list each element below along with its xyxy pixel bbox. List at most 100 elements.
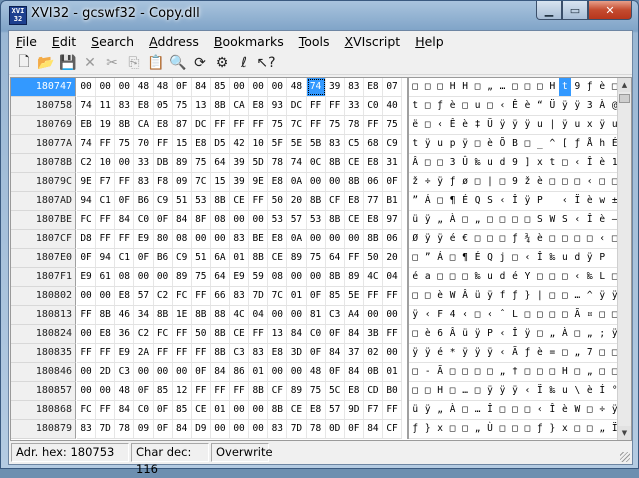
ascii-char[interactable]: □: [409, 249, 421, 267]
menu-bookmarks[interactable]: Bookmarks: [207, 31, 292, 51]
hex-byte[interactable]: BE: [249, 230, 269, 248]
menu-help[interactable]: Help: [408, 31, 452, 51]
ascii-char[interactable]: □: [446, 268, 458, 286]
ascii-char[interactable]: ÿ: [571, 97, 583, 115]
hex-byte[interactable]: 7C: [192, 173, 211, 191]
hex-byte[interactable]: 84: [287, 325, 307, 343]
hex-byte[interactable]: C9: [383, 135, 403, 153]
hex-byte[interactable]: 04: [249, 306, 269, 324]
hex-byte[interactable]: FF: [192, 344, 211, 362]
hex-byte[interactable]: 74: [287, 154, 307, 172]
hex-byte[interactable]: 00: [326, 230, 345, 248]
hex-byte[interactable]: 74: [306, 78, 326, 96]
ascii-char[interactable]: □: [546, 173, 558, 191]
hex-byte[interactable]: 13: [268, 325, 288, 343]
ascii-char[interactable]: □: [534, 363, 546, 381]
scroll-up-arrow-icon[interactable]: ▲: [618, 78, 631, 92]
hex-byte[interactable]: 06: [364, 173, 383, 191]
ascii-char[interactable]: ÿ: [421, 135, 433, 153]
hex-byte[interactable]: C9: [173, 249, 192, 267]
hex-byte[interactable]: 66: [211, 287, 230, 305]
hex-byte[interactable]: E9: [115, 344, 135, 362]
ascii-char[interactable]: ÿ: [596, 287, 608, 305]
ascii-char[interactable]: 3: [584, 97, 596, 115]
ascii-char[interactable]: ‹: [496, 344, 508, 362]
ascii-char[interactable]: □: [434, 78, 446, 96]
hex-byte[interactable]: FF: [115, 230, 135, 248]
ascii-char[interactable]: □: [496, 401, 508, 419]
ascii-char[interactable]: …: [496, 78, 508, 96]
ascii-char[interactable]: W: [446, 287, 458, 305]
row-address[interactable]: 1807AD: [11, 192, 76, 211]
hex-byte[interactable]: B1: [383, 192, 403, 210]
ascii-char[interactable]: ÷: [596, 401, 608, 419]
hex-byte[interactable]: E8: [268, 173, 288, 191]
hex-byte[interactable]: 8B: [307, 192, 326, 210]
ascii-char[interactable]: ˆ: [496, 306, 508, 324]
hex-byte[interactable]: 48: [115, 382, 135, 400]
row-address[interactable]: 180758: [11, 97, 76, 116]
hex-byte[interactable]: 0F: [134, 249, 154, 267]
hex-byte[interactable]: 31: [383, 154, 403, 172]
hex-byte[interactable]: FF: [96, 211, 116, 229]
ascii-char[interactable]: Ø: [409, 230, 421, 248]
hex-byte[interactable]: 00: [115, 78, 135, 96]
ascii-char[interactable]: ‡: [471, 116, 483, 134]
row-address[interactable]: 180857: [11, 382, 76, 401]
ascii-char[interactable]: ž: [521, 173, 533, 191]
ascii-char[interactable]: ƒ: [434, 97, 446, 115]
hex-byte[interactable]: FF: [115, 173, 135, 191]
ascii-char[interactable]: □: [496, 230, 508, 248]
ascii-char[interactable]: ;: [596, 325, 608, 343]
hex-byte[interactable]: 5F: [268, 135, 288, 153]
hex-byte[interactable]: E8: [249, 97, 269, 115]
ascii-char[interactable]: x: [584, 116, 596, 134]
ascii-char[interactable]: Â: [459, 287, 471, 305]
ascii-char[interactable]: ‹: [521, 249, 533, 267]
hex-byte[interactable]: 75: [307, 249, 326, 267]
ascii-char[interactable]: S: [559, 211, 571, 229]
ascii-char[interactable]: f: [496, 287, 508, 305]
hex-byte[interactable]: 5D: [249, 154, 269, 172]
ascii-char[interactable]: ‹: [484, 306, 496, 324]
hex-byte[interactable]: FC: [154, 325, 173, 343]
ascii-char[interactable]: Î: [584, 154, 596, 172]
hex-byte[interactable]: 74: [77, 135, 97, 153]
hex-byte[interactable]: FF: [211, 116, 230, 134]
ascii-char[interactable]: Ï: [534, 382, 546, 400]
hex-byte[interactable]: 1E: [173, 306, 192, 324]
ascii-char[interactable]: □: [421, 97, 433, 115]
hex-byte[interactable]: 83: [345, 78, 364, 96]
hex-byte[interactable]: 85: [326, 287, 345, 305]
copy-icon[interactable]: ⎘: [123, 52, 145, 74]
ascii-char[interactable]: „: [471, 211, 483, 229]
ascii-char[interactable]: ø: [459, 173, 471, 191]
hex-byte[interactable]: 83: [268, 420, 288, 438]
row-address[interactable]: 180747: [11, 78, 76, 97]
hex-byte[interactable]: 85: [173, 401, 192, 419]
hex-byte[interactable]: 5E: [287, 135, 307, 153]
hex-byte[interactable]: 64: [326, 249, 345, 267]
ascii-char[interactable]: □: [596, 344, 608, 362]
hex-byte[interactable]: 68: [364, 135, 383, 153]
ascii-char[interactable]: è: [421, 325, 433, 343]
ascii-char[interactable]: ‹: [459, 306, 471, 324]
hex-byte[interactable]: 48: [154, 78, 173, 96]
ascii-char[interactable]: Y: [521, 268, 533, 286]
hex-byte[interactable]: 94: [96, 249, 116, 267]
hex-byte[interactable]: 0F: [173, 78, 192, 96]
hex-byte[interactable]: 75: [173, 97, 192, 115]
hex-editor-grid[interactable]: 180747 180758 180769 18077A 18078B 18079C 1807…: [10, 77, 632, 441]
hex-byte[interactable]: FF: [249, 116, 269, 134]
hex-byte[interactable]: CE: [230, 325, 250, 343]
hex-byte[interactable]: 89: [345, 268, 364, 286]
hex-byte[interactable]: 00: [192, 230, 211, 248]
ascii-char[interactable]: ÿ: [521, 116, 533, 134]
hex-byte[interactable]: CA: [134, 116, 154, 134]
ascii-char[interactable]: é: [434, 344, 446, 362]
close-button[interactable]: ✕: [588, 1, 632, 20]
replace-icon[interactable]: ⟳: [189, 52, 211, 74]
hex-byte[interactable]: 83: [134, 173, 154, 191]
hex-byte[interactable]: 09: [173, 173, 192, 191]
hex-byte[interactable]: 8B: [345, 173, 364, 191]
